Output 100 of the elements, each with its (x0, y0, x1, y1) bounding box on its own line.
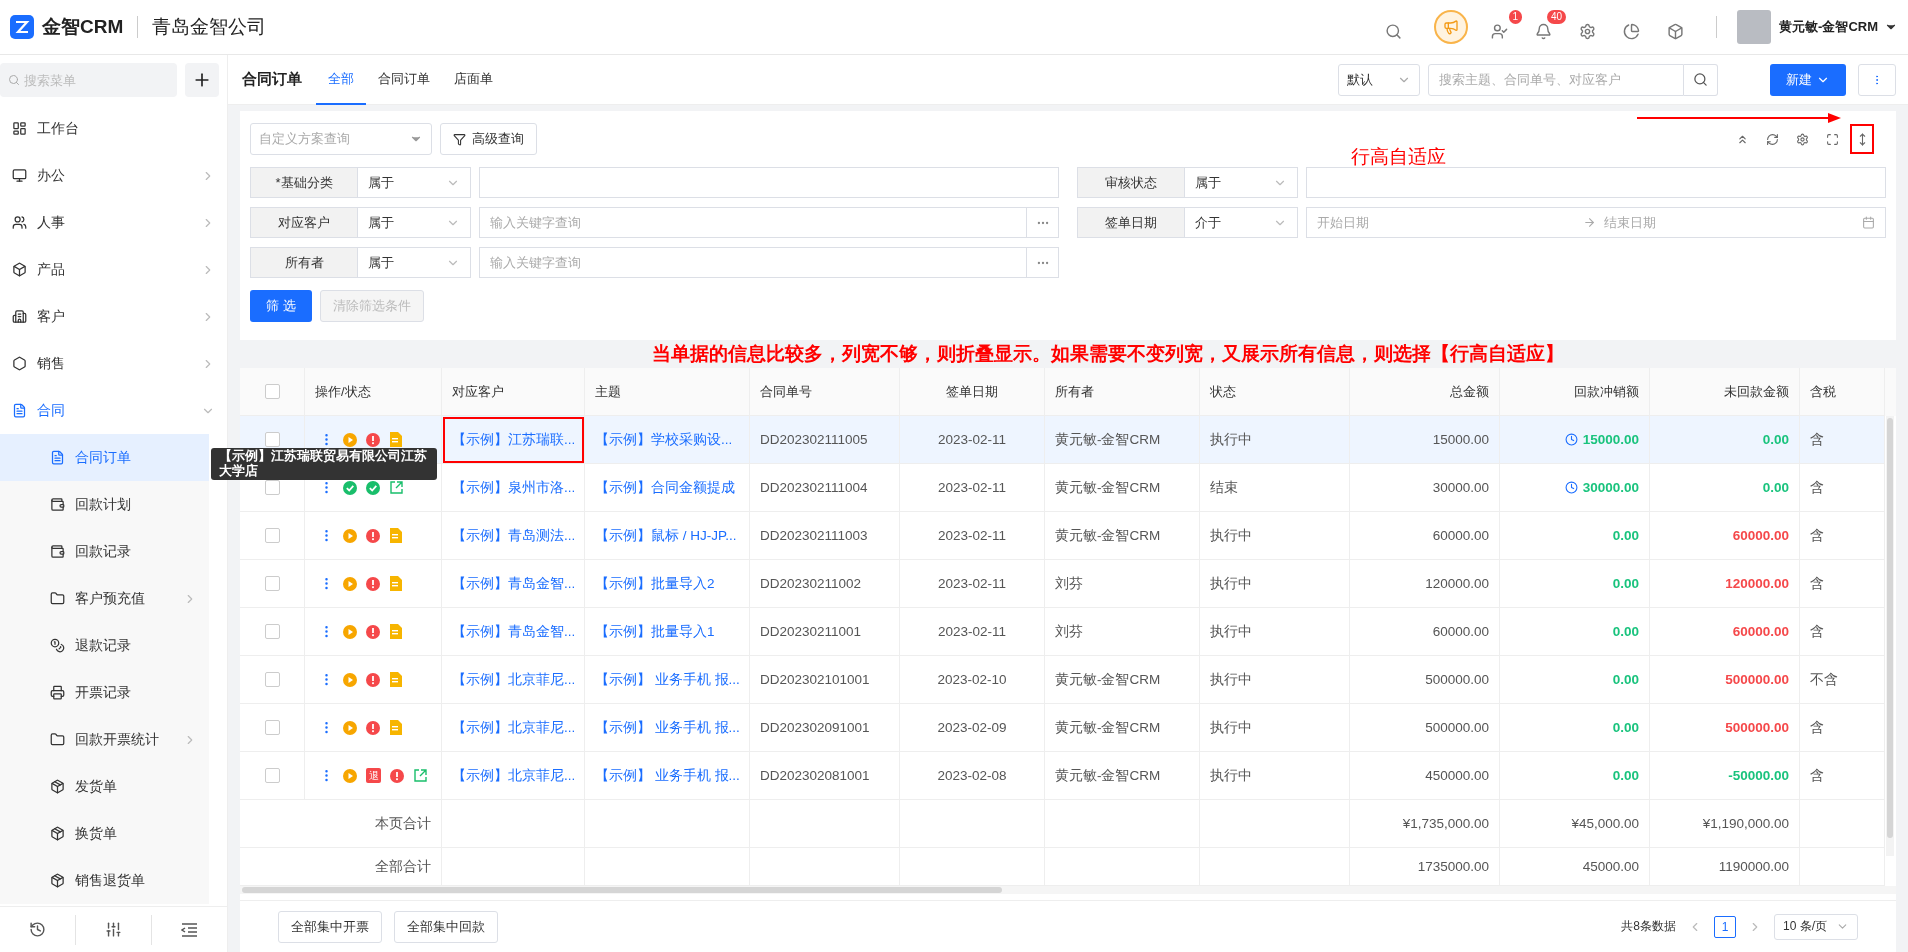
customer-link[interactable]: 【示例】泉州市洛... (452, 478, 576, 497)
checkbox[interactable] (264, 624, 280, 639)
sidebar-item[interactable]: 发货单 (0, 763, 209, 810)
sidebar-item[interactable]: 销售退货单 (0, 857, 209, 904)
customer-link[interactable]: 【示例】青岛测法... (452, 526, 576, 545)
checkbox[interactable] (264, 576, 280, 591)
sidebar-item[interactable]: 客户 (0, 293, 227, 340)
customer-link[interactable]: 【示例】北京菲尼... (452, 766, 576, 785)
customer-link[interactable]: 【示例】江苏瑞联... (452, 430, 576, 449)
play-icon[interactable] (343, 624, 357, 639)
sidebar-item[interactable]: 产品 (0, 246, 227, 293)
table-row[interactable]: 退 【示例】北京菲尼... 【示例】 业务手机 报... DD202302081001 2023-02-08 黄元敏-金智CRM 执行中 450000.00 0.00 -50000.00 含 (240, 752, 1885, 800)
view-select[interactable]: 默认 (1338, 63, 1420, 96)
user-check-button[interactable]: 1 (1486, 10, 1523, 44)
subject-link[interactable]: 【示例】鼠标 / HJ-JP... (595, 526, 737, 545)
sidebar-item[interactable]: 回款开票统计 (0, 716, 209, 763)
broadcast-button[interactable] (1434, 10, 1469, 44)
subject-link[interactable]: 【示例】 业务手机 报... (595, 766, 740, 785)
sidebar-item[interactable]: 合同 (0, 387, 227, 434)
subject-link[interactable]: 【示例】 业务手机 报... (595, 718, 740, 737)
operator-select[interactable]: 属于 (358, 167, 471, 198)
page-button[interactable]: 1 (1714, 915, 1736, 938)
customer-link[interactable]: 【示例】青岛金智... (452, 622, 576, 641)
checkbox[interactable] (264, 432, 280, 447)
vertical-scrollbar[interactable] (1886, 416, 1894, 856)
table-row[interactable]: 【示例】青岛测法... 【示例】鼠标 / HJ-JP... DD202302111003 2023-02-11 黄元敏-金智CRM 执行中 60000.00 0.00 60000.00 含 (240, 512, 1885, 560)
lookup-button[interactable] (1027, 207, 1059, 238)
play-icon[interactable] (343, 768, 357, 783)
alert-icon[interactable] (366, 624, 380, 639)
subject-link[interactable]: 【示例】合同金额提成 (595, 478, 735, 497)
sidebar-item[interactable]: 回款记录 (0, 528, 209, 575)
alert-icon[interactable] (366, 576, 380, 591)
alert-icon[interactable] (390, 768, 404, 783)
share-icon[interactable] (413, 768, 428, 783)
add-button[interactable] (185, 63, 219, 97)
alert-icon[interactable] (366, 672, 380, 687)
search-button[interactable] (1684, 63, 1718, 96)
check-icon[interactable] (343, 480, 357, 495)
operator-select[interactable]: 属于 (1185, 167, 1298, 198)
sidebar-item[interactable]: 工作台 (0, 105, 227, 152)
alert-icon[interactable] (366, 528, 380, 543)
sidebar-item[interactable]: 人事 (0, 199, 227, 246)
document-icon[interactable] (389, 528, 402, 543)
sidebar-item[interactable]: 回款计划 (0, 481, 209, 528)
play-icon[interactable] (343, 432, 357, 447)
table-row[interactable]: 【示例】北京菲尼... 【示例】 业务手机 报... DD202302101001 2023-02-10 黄元敏-金智CRM 执行中 500000.00 0.00 500000.00 不含 (240, 656, 1885, 704)
menu-search-field[interactable]: 搜索菜单 (0, 63, 177, 97)
play-icon[interactable] (343, 720, 357, 735)
page-size-select[interactable]: 10 条/页 (1774, 913, 1858, 940)
alert-icon[interactable] (366, 432, 380, 447)
checkbox[interactable] (264, 720, 280, 735)
share-icon[interactable] (389, 480, 404, 495)
row-height-button[interactable] (1850, 124, 1874, 154)
filter-input[interactable] (479, 167, 1059, 198)
tab[interactable]: 合同订单 (366, 54, 442, 105)
sidebar-item[interactable]: 换货单 (0, 810, 209, 857)
document-icon[interactable] (389, 576, 402, 591)
tab[interactable]: 店面单 (442, 54, 505, 105)
sidebar-item[interactable]: 退款记录 (0, 622, 209, 669)
table-row[interactable]: 【示例】青岛金智... 【示例】批量导入1 DD20230211001 2023-02-11 刘芬 执行中 60000.00 0.00 60000.00 含 (240, 608, 1885, 656)
subject-link[interactable]: 【示例】批量导入1 (595, 622, 715, 641)
check-icon[interactable] (366, 480, 380, 495)
customer-link[interactable]: 【示例】北京菲尼... (452, 670, 576, 689)
user-name[interactable]: 黄元敏-金智CRM (1779, 18, 1878, 36)
lookup-button[interactable] (1027, 247, 1059, 278)
avatar-photo-placeholder[interactable] (1737, 10, 1772, 44)
table-row[interactable]: 【示例】北京菲尼... 【示例】 业务手机 报... DD202302091001 2023-02-09 黄元敏-金智CRM 执行中 500000.00 0.00 500000.00 含 (240, 704, 1885, 752)
checkbox[interactable] (264, 528, 280, 543)
bell-button[interactable]: 40 (1530, 10, 1567, 44)
batch-action-button[interactable]: 全部集中开票 (278, 910, 382, 943)
filter-input[interactable] (1306, 167, 1886, 198)
document-icon[interactable] (389, 432, 402, 447)
subject-link[interactable]: 【示例】 业务手机 报... (595, 670, 740, 689)
play-icon[interactable] (343, 528, 357, 543)
advanced-query-button[interactable]: 高级查询 (440, 123, 537, 155)
tab[interactable]: 全部 (316, 54, 366, 105)
operator-select[interactable]: 属于 (358, 207, 471, 238)
customer-link[interactable]: 【示例】青岛金智... (452, 574, 576, 593)
sidebar-item[interactable]: 开票记录 (0, 669, 209, 716)
operator-select[interactable]: 属于 (358, 247, 471, 278)
document-icon[interactable] (389, 624, 402, 639)
document-icon[interactable] (389, 672, 402, 687)
play-icon[interactable] (343, 576, 357, 591)
horizontal-scrollbar[interactable] (240, 886, 1896, 894)
subject-link[interactable]: 【示例】批量导入2 (595, 574, 715, 593)
batch-action-button[interactable]: 全部集中回款 (394, 910, 498, 943)
sidebar-item[interactable]: 合同订单 (0, 434, 209, 481)
alert-icon[interactable] (366, 720, 380, 735)
play-icon[interactable] (343, 672, 357, 687)
checkbox[interactable] (264, 384, 280, 399)
customer-link[interactable]: 【示例】北京菲尼... (452, 718, 576, 737)
document-icon[interactable] (389, 720, 402, 735)
table-row[interactable]: 【示例】青岛金智... 【示例】批量导入2 DD20230211002 2023-02-11 刘芬 执行中 120000.00 0.00 120000.00 含 (240, 560, 1885, 608)
sidebar-item[interactable]: 客户预充值 (0, 575, 209, 622)
subject-link[interactable]: 【示例】学校采购设... (595, 430, 733, 449)
new-button[interactable]: 新建 (1770, 63, 1846, 96)
operator-select[interactable]: 介于 (1185, 207, 1298, 238)
search-field[interactable]: 搜索主题、合同单号、对应客户 (1428, 63, 1684, 96)
refund-badge[interactable]: 退 (366, 768, 381, 783)
checkbox[interactable] (264, 480, 280, 495)
